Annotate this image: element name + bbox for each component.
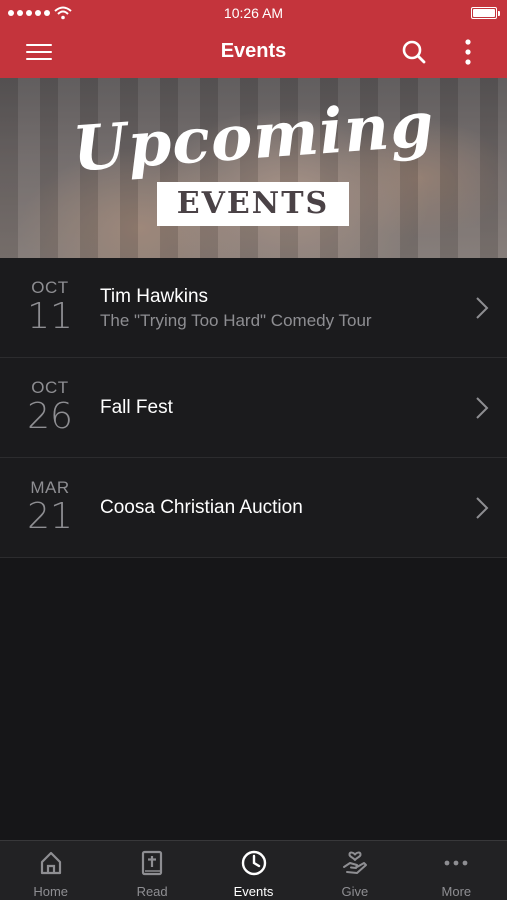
tab-label: Home xyxy=(33,884,69,899)
chevron-right-icon xyxy=(476,497,489,519)
battery-icon xyxy=(471,7,500,19)
event-title: Fall Fest xyxy=(100,397,173,418)
tab-label: Give xyxy=(341,884,369,899)
bible-icon xyxy=(142,850,163,876)
give-icon xyxy=(342,851,367,874)
overflow-menu-icon[interactable] xyxy=(458,38,478,66)
tab-events[interactable]: Events xyxy=(203,841,304,900)
nav-bar: Events xyxy=(0,26,507,78)
event-month: OCT xyxy=(31,378,69,397)
tab-read[interactable]: Read xyxy=(101,841,202,900)
status-bar: 10:26 AM xyxy=(0,0,507,26)
tab-bar: Home Read Events Give More xyxy=(0,840,507,900)
banner-box: EVENTS xyxy=(157,182,349,226)
event-date: OCT 11 xyxy=(22,278,78,336)
event-day: 11 xyxy=(27,296,73,337)
event-date: OCT 26 xyxy=(22,378,78,436)
event-row-fall-fest[interactable]: OCT 26 Fall Fest xyxy=(0,358,507,458)
tab-label: Events xyxy=(233,884,274,899)
home-icon xyxy=(40,851,61,875)
event-month: OCT xyxy=(31,278,69,297)
tab-label: More xyxy=(441,884,472,899)
page-title: Events xyxy=(220,40,287,62)
event-row-tim-hawkins[interactable]: OCT 11 Tim Hawkins The "Trying Too Hard"… xyxy=(0,258,507,358)
chevron-right-icon xyxy=(476,397,489,419)
tab-more[interactable]: More xyxy=(406,841,507,900)
status-time: 10:26 AM xyxy=(223,5,284,21)
banner-script-text: Upcoming xyxy=(70,87,437,186)
event-subtitle: The "Trying Too Hard" Comedy Tour xyxy=(100,311,372,330)
event-day: 26 xyxy=(27,396,73,437)
upcoming-events-banner: Upcoming EVENTS xyxy=(0,78,507,258)
more-dots-icon xyxy=(444,860,468,866)
event-date: MAR 21 xyxy=(22,478,78,536)
banner-subtitle: EVENTS xyxy=(176,186,330,221)
event-day: 21 xyxy=(27,496,73,537)
tab-label: Read xyxy=(136,884,168,899)
event-title: Tim Hawkins xyxy=(100,286,209,307)
event-title: Coosa Christian Auction xyxy=(100,497,303,518)
tab-give[interactable]: Give xyxy=(304,841,405,900)
tab-home[interactable]: Home xyxy=(0,841,101,900)
event-month: MAR xyxy=(30,478,70,497)
chevron-right-icon xyxy=(476,297,489,319)
event-row-coosa-christian-auction[interactable]: MAR 21 Coosa Christian Auction xyxy=(0,458,507,558)
clock-icon xyxy=(241,850,266,876)
event-list: OCT 11 Tim Hawkins The "Trying Too Hard"… xyxy=(0,258,507,558)
search-icon[interactable] xyxy=(400,38,428,66)
